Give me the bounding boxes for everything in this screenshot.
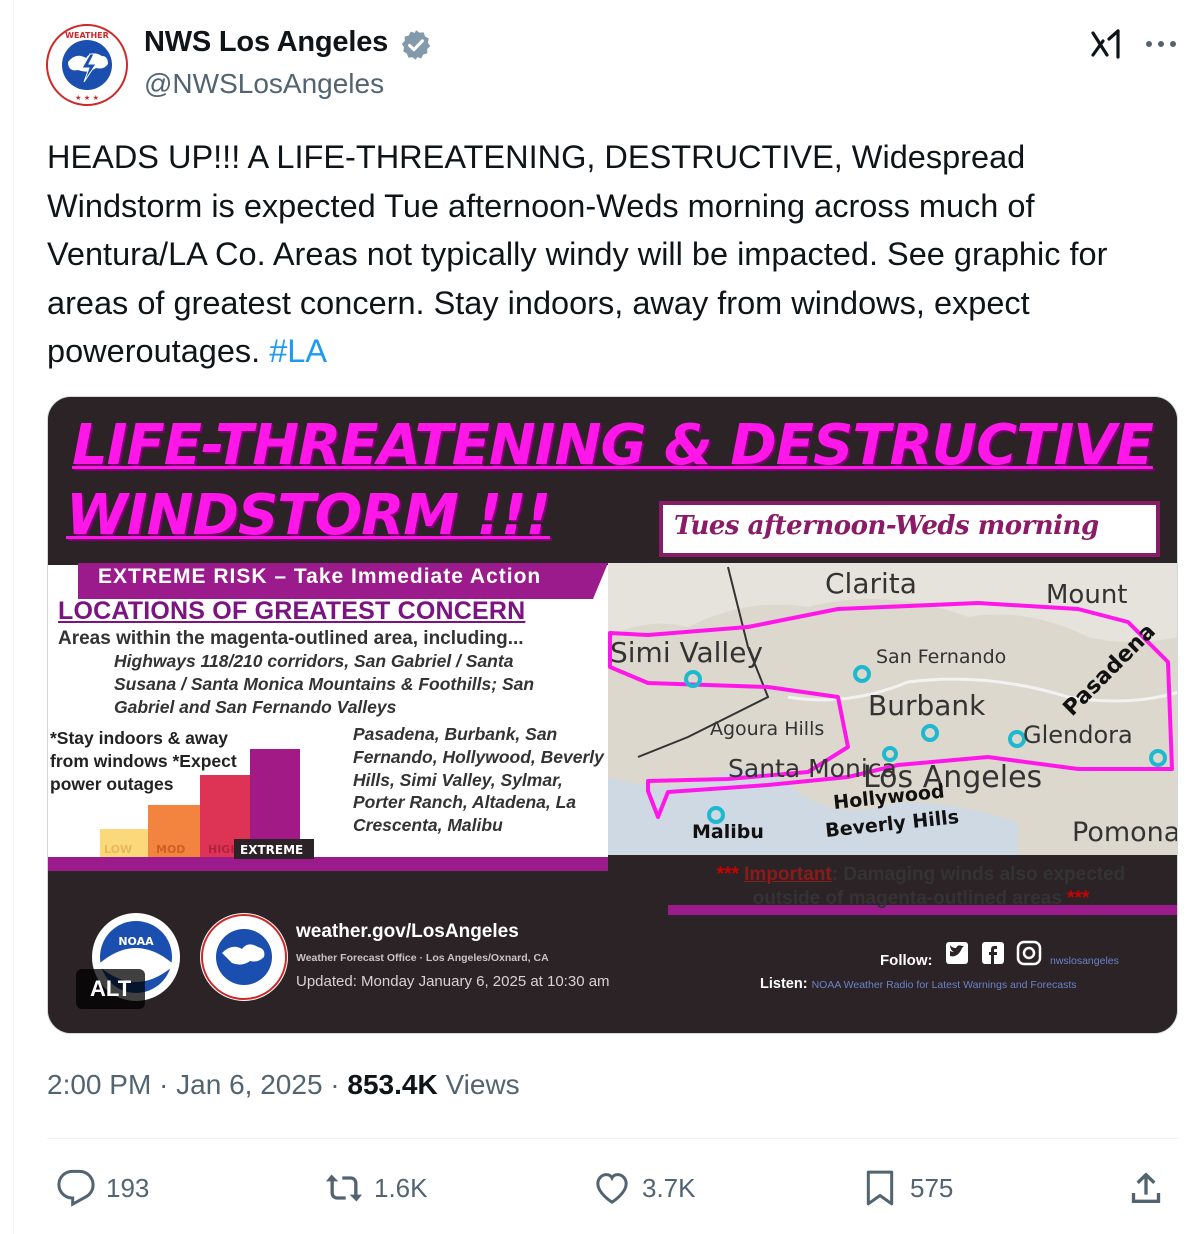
advice-text: *Stay indoors & away from windows *Expec… bbox=[50, 728, 237, 794]
svg-text:WEATHER: WEATHER bbox=[65, 31, 109, 40]
tweet-date[interactable]: Jan 6, 2025 bbox=[176, 1069, 322, 1100]
share-button[interactable] bbox=[1126, 1166, 1176, 1210]
listen-label: Listen: bbox=[760, 976, 808, 992]
repost-icon bbox=[326, 1174, 362, 1202]
map-label-mount: Mount bbox=[1046, 580, 1128, 610]
risk-level-low: LOW bbox=[104, 843, 132, 856]
bookmark-icon bbox=[866, 1170, 894, 1206]
views-label: Views bbox=[445, 1069, 520, 1100]
views-count: 853.4K bbox=[347, 1069, 438, 1100]
map-label-simi: Simi Valley bbox=[610, 636, 763, 669]
graphic-timeframe: Tues afternoon-Weds morning bbox=[674, 511, 1099, 541]
tweet-time[interactable]: 2:00 PM bbox=[47, 1069, 151, 1100]
tweet-meta: 2:00 PM · Jan 6, 2025 · 853.4K Views bbox=[47, 1069, 520, 1100]
grok-icon[interactable] bbox=[1090, 27, 1124, 61]
timeline-border bbox=[13, 0, 14, 1234]
reply-icon bbox=[57, 1169, 95, 1207]
listen-line: Listen: NOAA Weather Radio for Latest Wa… bbox=[760, 976, 1077, 992]
share-icon bbox=[1131, 1172, 1161, 1203]
locations-heading: LOCATIONS OF GREATEST CONCERN bbox=[58, 597, 526, 625]
heart-icon bbox=[596, 1173, 628, 1204]
author-name[interactable]: NWS Los Angeles bbox=[144, 26, 388, 59]
like-count: 3.7K bbox=[642, 1172, 696, 1203]
avatar[interactable]: WEATHER ★ ★ ★ bbox=[46, 24, 128, 106]
reply-button[interactable]: 193 bbox=[56, 1166, 149, 1210]
highways-text: Highways 118/210 corridors, San Gabriel … bbox=[114, 651, 535, 717]
map-label-burbank: Burbank bbox=[868, 689, 986, 722]
social-handle: nwslosangeles bbox=[1050, 955, 1119, 967]
reply-count: 193 bbox=[106, 1172, 150, 1203]
bookmark-button[interactable]: 575 bbox=[860, 1166, 953, 1210]
graphic-title-line1: LIFE-THREATENING & DESTRUCTIVE bbox=[72, 413, 1154, 478]
tweet-body: HEADS UP!!! A LIFE-THREATENING, DESTRUCT… bbox=[47, 139, 1108, 369]
graphic-title-line2: WINDSTORM !!! bbox=[66, 483, 551, 548]
areas-intro: Areas within the magenta-outlined area, … bbox=[58, 628, 524, 649]
noaa-text: NOAA bbox=[118, 935, 154, 948]
important-stars-right: *** bbox=[1067, 888, 1090, 909]
map-label-malibu: Malibu bbox=[692, 821, 764, 843]
hashtag-link[interactable]: #LA bbox=[269, 333, 327, 369]
svg-text:★ ★ ★: ★ ★ ★ bbox=[75, 94, 99, 102]
updated-text: Updated: Monday January 6, 2025 at 10:30… bbox=[296, 973, 610, 990]
alt-text-button[interactable]: ALT bbox=[76, 969, 146, 1009]
author-handle[interactable]: @NWSLosAngeles bbox=[144, 68, 384, 100]
office-text: Weather Forecast Office · Los Angeles/Ox… bbox=[296, 952, 549, 964]
important-stars-left: *** bbox=[716, 864, 739, 885]
tweet-image[interactable]: Clarita Mount Simi Valley San Fernando B… bbox=[47, 396, 1178, 1034]
repost-button[interactable]: 1.6K bbox=[324, 1166, 428, 1210]
more-options-icon[interactable] bbox=[1143, 38, 1179, 50]
tweet-text: HEADS UP!!! A LIFE-THREATENING, DESTRUCT… bbox=[47, 133, 1172, 376]
map-label-pomona: Pomona bbox=[1072, 817, 1178, 848]
website-text: weather.gov/LosAngeles bbox=[296, 921, 519, 942]
follow-label: Follow: bbox=[880, 952, 933, 969]
verified-badge-icon[interactable] bbox=[399, 28, 433, 62]
risk-banner: EXTREME RISK – Take Immediate Action bbox=[98, 565, 542, 588]
important-note: *** Important: Damaging winds also expec… bbox=[696, 863, 1146, 911]
map-label-glendora: Glendora bbox=[1023, 721, 1133, 749]
repost-count: 1.6K bbox=[374, 1172, 428, 1203]
nws-logo-icon: WEATHER ★ ★ ★ bbox=[46, 24, 128, 106]
map-label-san-fernando: San Fernando bbox=[876, 646, 1006, 668]
important-word: Important bbox=[744, 864, 832, 885]
bookmark-count: 575 bbox=[910, 1172, 954, 1203]
risk-level-mod: MOD bbox=[156, 843, 185, 856]
listen-text: NOAA Weather Radio for Latest Warnings a… bbox=[811, 979, 1077, 991]
risk-level-extreme: EXTREME bbox=[240, 843, 303, 857]
cities-list: Pasadena, Burbank, San Fernando, Hollywo… bbox=[353, 724, 604, 836]
nws-logo-small-icon bbox=[200, 913, 288, 1001]
divider bbox=[47, 1138, 1178, 1139]
map-label-agoura: Agoura Hills bbox=[710, 718, 824, 740]
like-button[interactable]: 3.7K bbox=[592, 1166, 696, 1210]
map-label-clarita: Clarita bbox=[825, 567, 917, 600]
